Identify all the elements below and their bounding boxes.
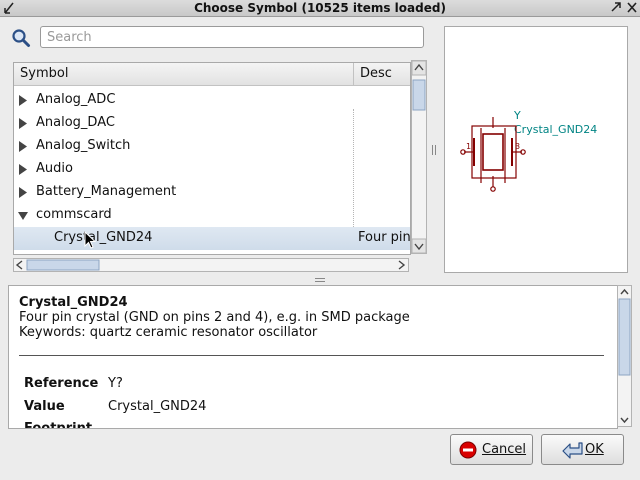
expand-arrow-icon[interactable] [18,95,28,106]
maximize-icon[interactable] [610,1,622,14]
tree-vertical-scrollbar[interactable] [411,60,427,254]
field-key-value: Value [24,399,65,414]
symbol-preview: Y Crystal_GND24 1 3 [444,26,628,273]
tree-row-desc: Four pin [358,230,411,245]
expand-arrow-icon[interactable] [18,141,28,152]
tree-row-label: Analog_Switch [36,138,131,153]
ok-label: OK [585,442,604,457]
field-value-reference: Y? [108,376,123,391]
tree-row-analog-adc[interactable]: Analog_ADC [14,89,410,112]
preview-pin-3: 3 [515,142,520,151]
tree-row-commscard[interactable]: commscard [14,204,410,227]
expand-arrow-icon[interactable] [18,164,28,175]
crystal-symbol-graphic: Y Crystal_GND24 1 3 [460,109,597,192]
tree-row-label: Analog_ADC [36,92,116,107]
tree-row-analog-dac[interactable]: Analog_DAC [14,112,410,135]
vertical-splitter-grip[interactable] [432,145,436,155]
return-arrow-icon [562,442,583,459]
tree-row-audio[interactable]: Audio [14,158,410,181]
cancel-button[interactable]: Cancel [450,434,533,465]
horizontal-splitter-grip[interactable] [315,278,325,282]
window-title: Choose Symbol (10525 items loaded) [194,1,446,15]
tree-row-label: Crystal_GND24 [54,230,153,245]
tree-row-label: Analog_DAC [36,115,115,130]
field-key-footprint: Footprint [24,421,93,429]
symbol-tree: Symbol Desc Analog_ADC Analog_DAC Analog… [13,62,411,255]
tree-row-analog-switch[interactable]: Analog_Switch [14,135,410,158]
tree-row-label: commscard [36,207,112,222]
preview-reference: Y [513,109,521,122]
search-icon [12,29,30,47]
close-icon[interactable] [626,1,638,14]
column-header-desc[interactable]: Desc [360,66,392,81]
tree-header: Symbol Desc [14,63,410,86]
details-keywords: Keywords: quartz ceramic resonator oscil… [19,325,318,340]
preview-value: Crystal_GND24 [514,123,597,136]
cancel-label: Cancel [482,442,527,457]
collapse-arrow-icon[interactable] [18,210,28,221]
tree-row-crystal-gnd24[interactable]: Crystal_GND24 Four pin [14,227,410,250]
search-input[interactable] [40,26,424,48]
tree-row-battery-management[interactable]: Battery_Management [14,181,410,204]
column-separator[interactable] [353,63,354,85]
title-bar: Choose Symbol (10525 items loaded) [0,0,640,17]
field-value-value: Crystal_GND24 [108,399,207,414]
expand-arrow-icon[interactable] [18,118,28,129]
field-key-reference: Reference [24,376,99,391]
preview-pin-1: 1 [466,142,471,151]
cancel-icon [459,441,477,459]
symbol-details: Crystal_GND24 Four pin crystal (GND on p… [8,285,618,429]
expand-arrow-icon[interactable] [18,187,28,198]
mouse-cursor-icon [84,231,96,249]
ok-button[interactable]: OK [541,434,624,465]
details-title: Crystal_GND24 [19,295,128,310]
details-description: Four pin crystal (GND on pins 2 and 4), … [19,310,410,325]
details-divider [19,355,604,356]
tree-row-label: Battery_Management [36,184,177,199]
details-vertical-scrollbar[interactable] [617,285,632,427]
column-header-symbol[interactable]: Symbol [20,66,68,81]
tree-row-label: Audio [36,161,73,176]
tree-horizontal-scrollbar[interactable] [13,258,409,272]
